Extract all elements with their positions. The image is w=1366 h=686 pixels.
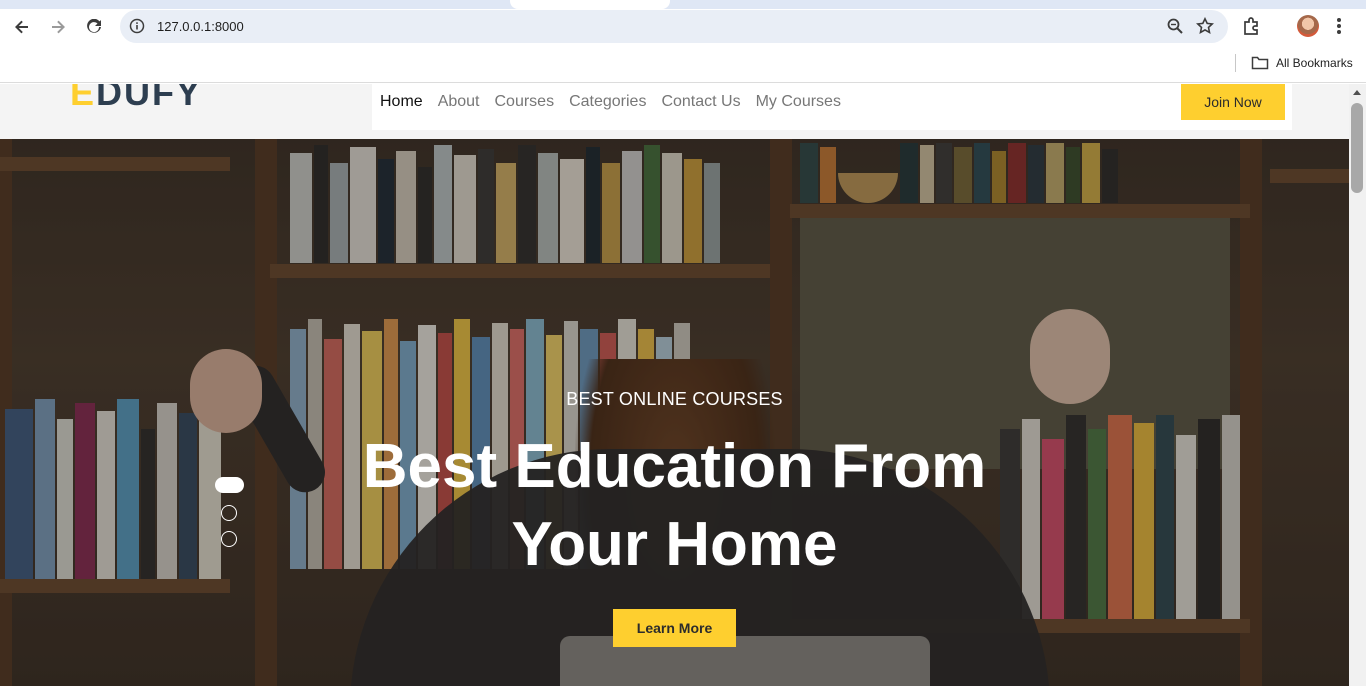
zoom-icon[interactable]: [1166, 17, 1184, 40]
tab-strip: [0, 0, 1366, 9]
main-navbar: Home About Courses Categories Contact Us…: [372, 84, 1292, 130]
carousel-dot[interactable]: [221, 505, 237, 521]
address-bar[interactable]: 127.0.0.1:8000: [120, 10, 1228, 43]
nav-contact[interactable]: Contact Us: [661, 93, 740, 111]
extensions-icon[interactable]: [1242, 16, 1262, 41]
bookmarks-bar: All Bookmarks: [0, 45, 1366, 83]
forward-icon: [52, 20, 65, 34]
star-icon[interactable]: [1195, 16, 1215, 40]
learn-more-button[interactable]: Learn More: [613, 609, 736, 647]
hero-title-line: Your Home: [511, 510, 838, 579]
browser-toolbar: 127.0.0.1:8000: [0, 9, 1366, 45]
nav-links: Home About Courses Categories Contact Us…: [380, 93, 856, 111]
page-viewport: BEST ONLINE COURSES Best Education From …: [0, 84, 1349, 686]
active-tab[interactable]: [510, 0, 670, 9]
back-button[interactable]: [8, 13, 36, 41]
url-text[interactable]: 127.0.0.1:8000: [157, 19, 244, 34]
page-scrollbar[interactable]: [1349, 84, 1366, 686]
hero-carousel: BEST ONLINE COURSES Best Education From …: [0, 139, 1349, 686]
nav-categories[interactable]: Categories: [569, 93, 646, 111]
nav-home[interactable]: Home: [380, 93, 423, 111]
nav-my-courses[interactable]: My Courses: [756, 93, 841, 111]
profile-avatar[interactable]: [1297, 15, 1319, 37]
carousel-dot-active[interactable]: [215, 477, 244, 493]
folder-icon[interactable]: [1251, 55, 1269, 76]
scroll-up-arrow[interactable]: [1353, 90, 1361, 95]
hero-title: Best Education From Your Home: [0, 428, 1349, 584]
hero-title-line: Best Education From: [362, 432, 987, 501]
site-header: EDUFY Home About Courses Categories Cont…: [0, 84, 1349, 139]
reload-button[interactable]: [80, 13, 108, 41]
nav-courses[interactable]: Courses: [495, 93, 555, 111]
reload-icon: [87, 19, 101, 33]
hero-content: BEST ONLINE COURSES Best Education From …: [0, 139, 1349, 686]
menu-icon[interactable]: [1336, 16, 1342, 41]
nav-about[interactable]: About: [438, 93, 480, 111]
hero-subtitle: BEST ONLINE COURSES: [566, 389, 783, 409]
scrollbar-thumb[interactable]: [1351, 103, 1363, 193]
site-logo[interactable]: EDUFY: [70, 84, 202, 114]
all-bookmarks-link[interactable]: All Bookmarks: [1276, 56, 1353, 70]
bookmarks-separator: [1235, 54, 1236, 72]
info-icon[interactable]: [129, 18, 145, 39]
carousel-dot[interactable]: [221, 531, 237, 547]
logo-text: DUFY: [96, 84, 203, 113]
logo-letter: E: [70, 84, 97, 113]
join-now-button[interactable]: Join Now: [1181, 84, 1285, 120]
back-icon: [15, 20, 28, 34]
forward-button[interactable]: [44, 13, 72, 41]
